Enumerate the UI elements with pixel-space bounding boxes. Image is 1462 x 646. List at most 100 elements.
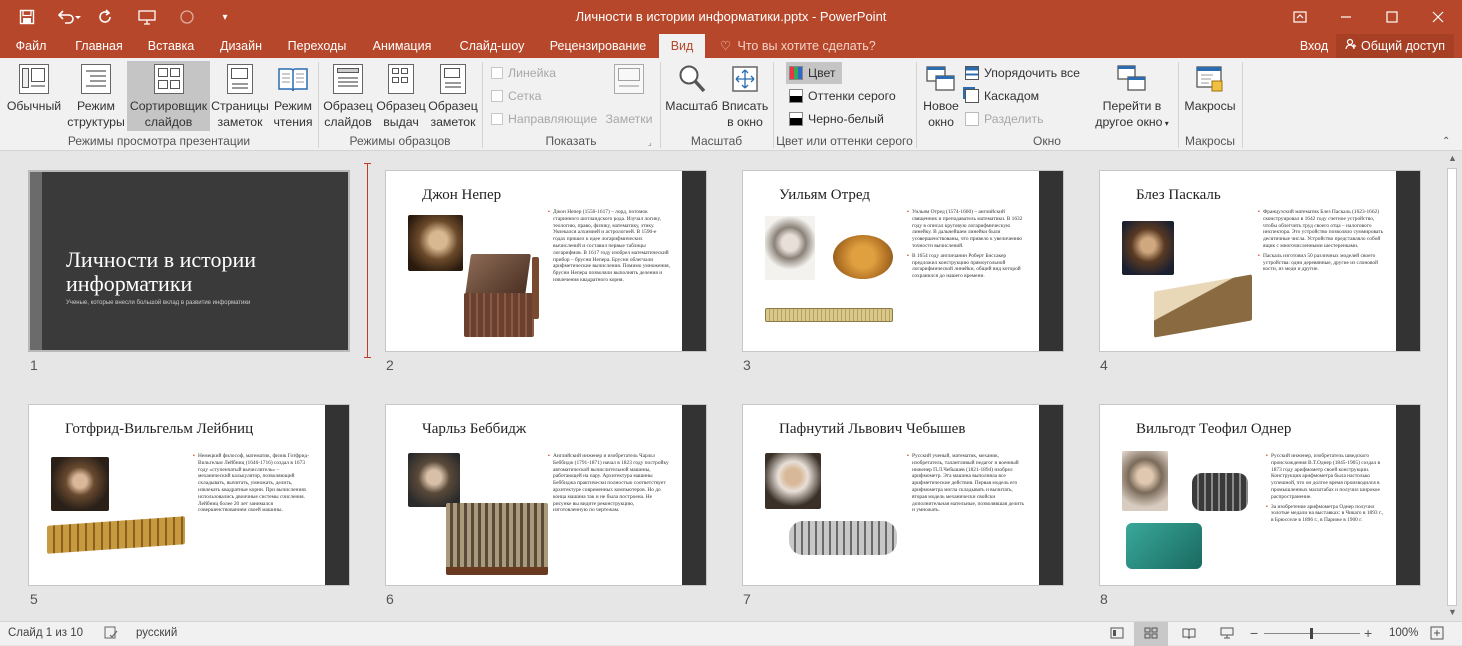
tab-view[interactable]: Вид: [659, 34, 705, 58]
slide-thumbnail-7[interactable]: Пафнутий Львович Чебышев Русский ученый,…: [742, 404, 1064, 586]
notes-button[interactable]: Заметки: [602, 61, 656, 131]
switch-label-2: другое окно: [1095, 115, 1163, 129]
bullet-text: Паскаль изготовил 50 различных моделей с…: [1258, 253, 1384, 273]
macros-button[interactable]: Макросы: [1181, 61, 1239, 131]
ribbon-display-options-icon[interactable]: [1277, 0, 1323, 34]
repeat-icon[interactable]: [90, 2, 120, 32]
slide-accent-bar: [325, 405, 349, 585]
napier-bones-image: [465, 254, 531, 296]
language-indicator[interactable]: русский: [136, 622, 177, 646]
touch-mode-icon[interactable]: [172, 2, 202, 32]
tab-review[interactable]: Рецензирование: [544, 34, 652, 58]
fit-slide-icon[interactable]: [1430, 622, 1444, 646]
notes-master-button[interactable]: Образец заметок: [427, 61, 479, 131]
scrollbar-thumb[interactable]: [1447, 168, 1457, 606]
arrange-all-button[interactable]: Упорядочить все: [965, 62, 1080, 84]
start-from-beginning-icon[interactable]: [132, 2, 162, 32]
tab-home[interactable]: Главная: [68, 34, 130, 58]
notes-page-button[interactable]: Страницы заметок: [210, 61, 270, 131]
bullet-text: Уильям Отред (1574-1660) – английский св…: [907, 209, 1025, 250]
normal-view-button[interactable]: Обычный: [2, 61, 66, 131]
slide-8-text: Русский инженер, изобретатель шведского …: [1266, 453, 1386, 527]
slide-3-text: Уильям Отред (1574-1660) – английский св…: [907, 209, 1025, 283]
fit-label-1: Вписать: [721, 99, 769, 113]
outline-view-button[interactable]: Режим структуры: [66, 61, 126, 131]
scroll-up-icon[interactable]: ▲: [1448, 153, 1457, 163]
switch-windows-button[interactable]: Перейти в другое окно ▾: [1090, 61, 1174, 131]
bullet-text: Французский математик Блез Паскаль (1623…: [1258, 209, 1384, 250]
slide-7-title: Пафнутий Львович Чебышев: [779, 421, 966, 437]
tab-insert[interactable]: Вставка: [140, 34, 202, 58]
bullet-text: Русский инженер, изобретатель шведского …: [1266, 453, 1386, 501]
zoom-label: Масштаб: [665, 99, 718, 113]
slide-thumbnail-6[interactable]: Чарльз Беббидж Английский инженер и изоб…: [385, 404, 707, 586]
color-button[interactable]: Цвет: [786, 62, 842, 84]
undo-icon[interactable]: [52, 2, 86, 32]
tab-design[interactable]: Дизайн: [212, 34, 270, 58]
minimize-icon[interactable]: [1323, 0, 1369, 34]
slide-thumbnail-8[interactable]: Вильгодт Теофил Однер Русский инженер, и…: [1099, 404, 1421, 586]
black-and-white-button[interactable]: Черно-белый: [789, 108, 884, 130]
zoom-button[interactable]: Масштаб: [663, 61, 720, 131]
slide-thumbnail-2[interactable]: Джон Непер Джон Непер (1550-1617) – лорд…: [385, 170, 707, 352]
close-icon[interactable]: [1415, 0, 1461, 34]
slide-accent-bar: [1396, 405, 1420, 585]
new-window-label-1: Новое: [923, 99, 959, 113]
spellcheck-icon[interactable]: [104, 622, 118, 646]
split-button[interactable]: Разделить: [965, 108, 1044, 130]
tab-transitions[interactable]: Переходы: [280, 34, 354, 58]
cascade-label: Каскадом: [984, 89, 1040, 103]
new-window-label-2: окно: [928, 115, 954, 129]
new-window-button[interactable]: Новое окно: [919, 61, 963, 131]
cascade-button[interactable]: Каскадом: [965, 85, 1039, 107]
tell-me-box[interactable]: ♡ Что вы хотите сделать?: [720, 34, 876, 58]
gridlines-checkbox[interactable]: Сетка: [491, 85, 541, 107]
slide-thumbnail-4[interactable]: Блез Паскаль Французский математик Блез …: [1099, 170, 1421, 352]
slide-thumbnail-5[interactable]: Готфрид-Вильгельм Лейбниц Немецкий филос…: [28, 404, 350, 586]
zoom-out-icon[interactable]: −: [1250, 622, 1258, 646]
zoom-in-icon[interactable]: +: [1364, 622, 1372, 646]
arrange-all-icon: [965, 66, 979, 80]
zoom-slider-handle[interactable]: [1310, 628, 1313, 639]
tab-slideshow[interactable]: Слайд-шоу: [450, 34, 534, 58]
fit-to-window-button[interactable]: Вписать в окно: [720, 61, 770, 131]
slide-sorter-button[interactable]: Сортировщик слайдов: [127, 61, 210, 131]
bullet-text: За изобретение арифмометра Однер получил…: [1266, 504, 1386, 524]
tab-file[interactable]: Файл: [8, 34, 54, 58]
share-button[interactable]: Общий доступ: [1336, 34, 1454, 58]
sign-in-link[interactable]: Вход: [1294, 34, 1334, 58]
slide-thumbnail-3[interactable]: Уильям Отред Уильям Отред (1574-1660) – …: [742, 170, 1064, 352]
ruler-checkbox[interactable]: Линейка: [491, 62, 556, 84]
grayscale-button[interactable]: Оттенки серого: [789, 85, 896, 107]
sorter-label-1: Сортировщик: [129, 99, 208, 113]
guides-checkbox[interactable]: Направляющие: [491, 108, 597, 130]
slide-4-text: Французский математик Блез Паскаль (1623…: [1258, 209, 1384, 276]
slide-thumbnail-1[interactable]: Личности в истории информатики Ученые, к…: [28, 170, 350, 352]
macros-icon: [1194, 63, 1226, 95]
normal-view-status-icon[interactable]: [1106, 622, 1128, 646]
collapse-ribbon-icon[interactable]: ⌃: [1442, 136, 1450, 147]
zoom-percentage[interactable]: 100%: [1389, 622, 1418, 646]
save-icon[interactable]: [12, 2, 42, 32]
slide-2-text: Джон Непер (1550-1617) – лорд, потомок с…: [548, 209, 670, 287]
slide-master-button[interactable]: Образец слайдов: [321, 61, 375, 131]
handout-label-2: выдач: [383, 115, 419, 129]
customize-icon[interactable]: ▾: [210, 2, 240, 32]
handout-master-button[interactable]: Образец выдач: [375, 61, 427, 131]
slide-sorter-status-icon[interactable]: [1134, 622, 1168, 646]
tab-animations[interactable]: Анимация: [364, 34, 440, 58]
slide-accent-bar: [682, 171, 706, 351]
slide-7-text: Русский ученый, математик, механик, изоб…: [907, 453, 1027, 517]
slide-6-text: Английский инженер и изобретатель Чарльз…: [548, 453, 670, 517]
grayscale-icon: [789, 89, 803, 103]
scroll-down-icon[interactable]: ▼: [1448, 607, 1457, 617]
person-icon: [1345, 34, 1357, 58]
maximize-icon[interactable]: [1369, 0, 1415, 34]
notes-label-1: Страницы: [211, 99, 269, 113]
chevron-down-icon: ▾: [1162, 119, 1169, 128]
reading-view-status-icon[interactable]: [1178, 622, 1200, 646]
slideshow-status-icon[interactable]: [1216, 622, 1238, 646]
dialog-launcher-icon[interactable]: ⌟: [648, 138, 652, 147]
reading-view-button[interactable]: Режим чтения: [270, 61, 316, 131]
slide-counter[interactable]: Слайд 1 из 10: [8, 622, 83, 646]
